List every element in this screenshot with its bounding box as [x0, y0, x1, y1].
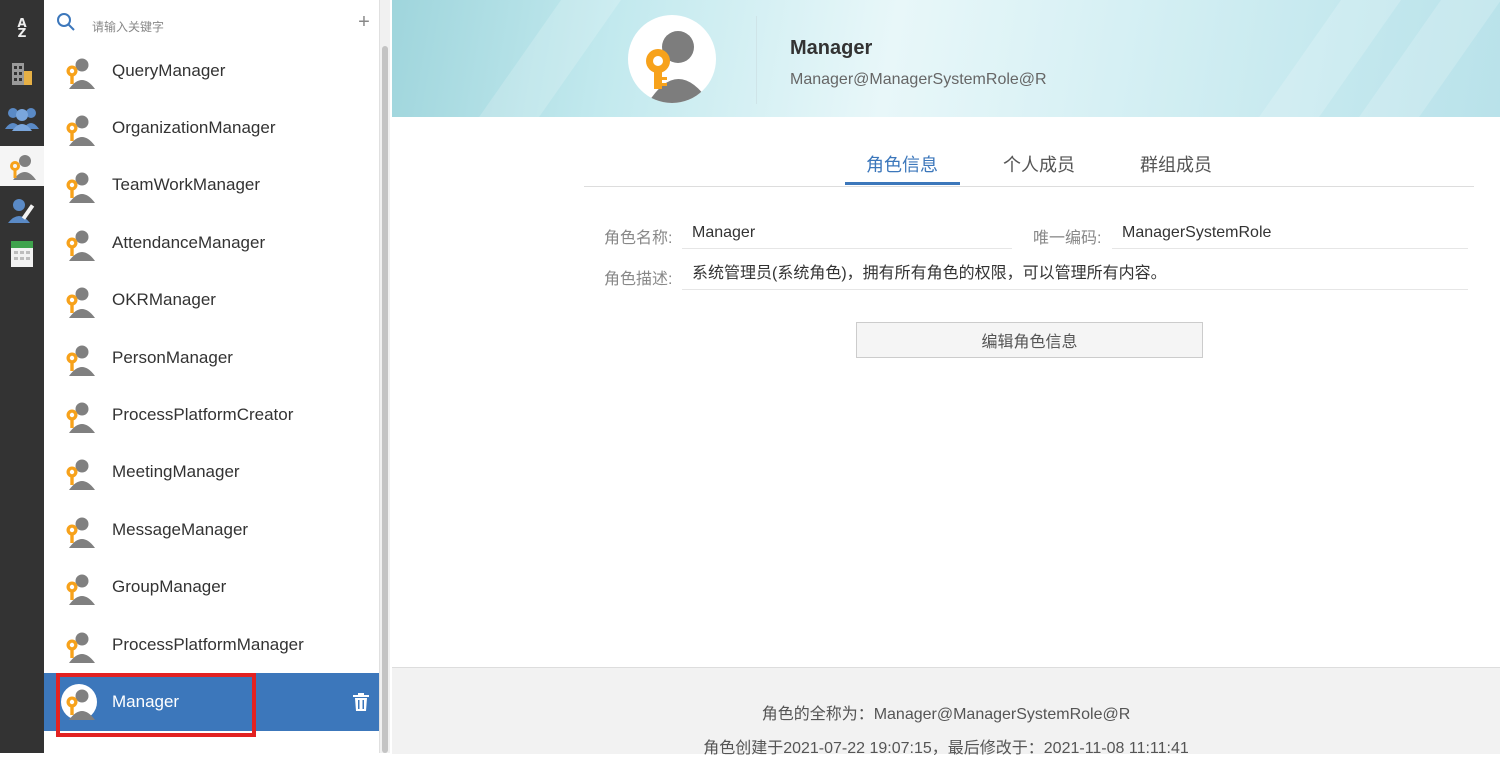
app-sidebar-rail: AZ — [0, 0, 44, 753]
role-name: MeetingManager — [112, 462, 240, 482]
calendar-icon[interactable] — [0, 236, 44, 272]
trash-icon[interactable] — [352, 692, 370, 712]
role-list-item[interactable]: QueryManager — [44, 42, 379, 99]
role-name: AttendanceManager — [112, 232, 266, 252]
role-name-label: 角色名称: — [604, 230, 673, 247]
role-list-item[interactable]: OKRManager — [44, 272, 379, 329]
role-detail-panel: Manager Manager@ManagerSystemRole@R 角色信息… — [392, 0, 1500, 757]
header-divider — [756, 16, 757, 104]
role-list-item[interactable]: Manager — [44, 673, 379, 738]
role-title: Manager — [790, 37, 873, 59]
role-list-item[interactable]: MessageManager — [44, 501, 379, 558]
role-name: ProcessPlatformManager — [112, 634, 304, 654]
sort-icon[interactable]: AZ — [0, 10, 44, 46]
role-code-label: 唯一编码: — [1033, 230, 1102, 247]
role-avatar-icon — [61, 627, 97, 663]
tab-bar: 角色信息 个人成员 群组成员 — [584, 140, 1474, 187]
building-icon[interactable] — [0, 56, 44, 92]
role-name: TeamWorkManager — [112, 175, 261, 195]
role-avatar-icon — [61, 569, 97, 606]
role-footer: 角色的全称为：Manager@ManagerSystemRole@R 角色创建于… — [392, 667, 1500, 757]
scrollbar-thumb[interactable] — [382, 46, 388, 753]
role-avatar-icon — [61, 167, 97, 204]
role-name-value: Manager — [682, 217, 1012, 249]
role-header-banner: Manager Manager@ManagerSystemRole@R — [392, 0, 1500, 117]
role-list-item[interactable]: GroupManager — [44, 559, 379, 616]
role-list-panel: + QueryManager OrganizationManager TeamW… — [44, 0, 390, 753]
role-list-item[interactable]: OrganizationManager — [44, 99, 379, 156]
role-name: OrganizationManager — [112, 118, 276, 138]
role-avatar-icon — [61, 683, 97, 720]
role-list-item[interactable]: ProcessPlatformCreator — [44, 386, 379, 443]
role-list-item[interactable]: MeetingManager — [44, 444, 379, 501]
search-input[interactable] — [90, 16, 334, 38]
role-fullname: Manager@ManagerSystemRole@R — [790, 71, 1047, 88]
search-icon[interactable] — [56, 12, 76, 32]
role-icon[interactable] — [0, 146, 44, 186]
role-avatar-icon — [61, 53, 97, 89]
role-name: QueryManager — [112, 60, 226, 80]
footer-fullname: 角色的全称为：Manager@ManagerSystemRole@R — [761, 706, 1131, 723]
role-name: PersonManager — [112, 347, 233, 367]
role-avatar-icon — [61, 397, 97, 434]
role-list: QueryManager OrganizationManager TeamWor… — [44, 42, 379, 738]
role-desc-value: 系统管理员(系统角色)，拥有所有角色的权限，可以管理所有内容。 — [682, 258, 1468, 290]
role-avatar-icon — [61, 110, 97, 147]
role-name: MessageManager — [112, 519, 249, 539]
tab-group-members[interactable]: 群组成员 — [1140, 151, 1212, 177]
add-icon[interactable]: + — [354, 12, 374, 32]
role-avatar-icon — [61, 512, 97, 548]
tab-person-members[interactable]: 个人成员 — [1003, 151, 1075, 177]
active-tab-indicator — [845, 182, 960, 185]
role-list-item[interactable]: AttendanceManager — [44, 214, 379, 271]
footer-timestamps: 角色创建于2021-07-22 19:07:15，最后修改于：2021-11-0… — [703, 740, 1189, 757]
role-avatar-icon — [61, 340, 97, 376]
role-name: OKRManager — [112, 290, 216, 310]
edit-role-button[interactable]: 编辑角色信息 — [856, 322, 1203, 358]
person-edit-icon[interactable] — [0, 192, 44, 228]
role-name: Manager — [112, 691, 180, 711]
role-avatar-icon — [61, 454, 97, 491]
role-list-item[interactable]: ProcessPlatformManager — [44, 616, 379, 673]
role-name: ProcessPlatformCreator — [112, 405, 294, 425]
role-name: GroupManager — [112, 577, 227, 597]
role-desc-label: 角色描述: — [604, 271, 673, 288]
role-list-item[interactable]: PersonManager — [44, 329, 379, 386]
role-code-value: ManagerSystemRole — [1112, 217, 1468, 249]
role-avatar-icon — [628, 15, 716, 103]
role-avatar-icon — [61, 282, 97, 319]
group-icon[interactable] — [0, 100, 44, 136]
tab-role-info[interactable]: 角色信息 — [866, 151, 938, 177]
role-avatar-icon — [61, 225, 97, 261]
role-list-item[interactable]: TeamWorkManager — [44, 157, 379, 214]
